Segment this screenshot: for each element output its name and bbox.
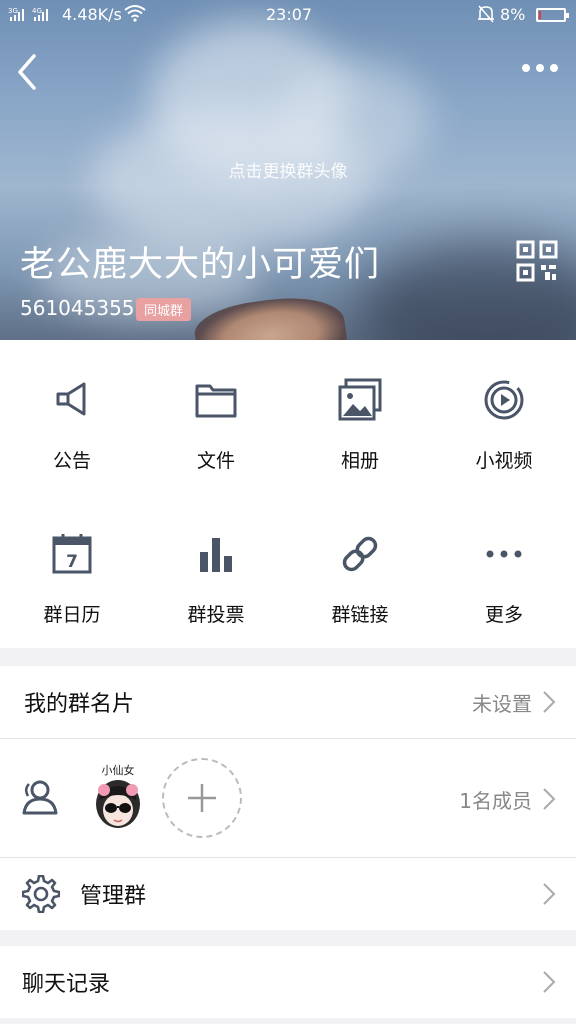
battery-level: [539, 11, 541, 19]
signal-icon: 3G 4G: [8, 5, 58, 27]
link-icon: [342, 536, 378, 572]
folder-icon: [195, 384, 237, 418]
manage-group-row[interactable]: 管理群: [0, 858, 576, 930]
grid-item-label: 公告: [52, 450, 91, 472]
grid-item-label: 相册: [340, 450, 379, 472]
chat-history-row[interactable]: 聊天记录: [0, 946, 576, 1018]
my-group-card-label: 我的群名片: [24, 692, 135, 717]
grid-item-album[interactable]: 相册: [288, 378, 432, 478]
more-dots-icon: [522, 64, 558, 72]
network-speed: 4.48K/s: [62, 5, 122, 24]
group-header[interactable]: 3G 4G 4.48K/s 23:07 8% 点击更换群头像 老公鹿大大的小可爱…: [0, 0, 576, 340]
svg-text:3G: 3G: [8, 7, 18, 15]
album-icon: [338, 378, 382, 421]
calendar-icon: 7: [52, 534, 92, 574]
video-icon: [484, 380, 524, 420]
chevron-right-icon: [543, 971, 556, 993]
more-options-button[interactable]: [518, 56, 562, 80]
grid-item-announcement[interactable]: 公告: [0, 378, 144, 478]
feature-grid: 公告 文件 相册 小视频 7 群日历 群投票 群链接 更多: [0, 340, 576, 648]
grid-item-label: 群日历: [43, 604, 101, 626]
grid-item-label: 更多: [484, 604, 523, 626]
plus-icon: [188, 784, 216, 812]
more-dots-icon: [486, 550, 522, 558]
manage-group-label: 管理群: [80, 884, 147, 909]
battery-icon: [536, 8, 569, 22]
grid-item-label: 群投票: [187, 604, 245, 626]
svg-text:小仙女: 小仙女: [102, 763, 135, 777]
back-button[interactable]: [10, 48, 46, 96]
chevron-right-icon: [543, 691, 556, 713]
grid-item-files[interactable]: 文件: [144, 378, 288, 478]
grid-item-label: 小视频: [475, 450, 533, 472]
qr-code-button[interactable]: [516, 240, 558, 282]
city-group-badge: 同城群: [136, 298, 192, 321]
grid-item-more[interactable]: 更多: [432, 532, 576, 632]
chevron-right-icon: [543, 788, 556, 810]
my-group-card-row[interactable]: 我的群名片 未设置: [0, 666, 576, 738]
chevron-left-icon: [18, 54, 36, 90]
members-icon: [22, 780, 58, 815]
grid-item-short-video[interactable]: 小视频: [432, 378, 576, 478]
member-count: 1名成员: [459, 789, 532, 813]
group-name: 老公鹿大大的小可爱们: [20, 245, 381, 285]
mute-bell-icon: [476, 3, 496, 29]
add-member-button[interactable]: [162, 758, 242, 838]
my-group-card-value: 未设置: [472, 692, 532, 716]
grid-item-label: 群链接: [331, 604, 389, 626]
grid-item-link[interactable]: 群链接: [288, 532, 432, 632]
group-id: 561045355: [20, 296, 135, 320]
megaphone-icon: [56, 382, 86, 416]
grid-item-label: 文件: [196, 450, 235, 472]
svg-text:7: 7: [66, 552, 78, 572]
chat-history-label: 聊天记录: [22, 972, 111, 997]
clock: 23:07: [266, 5, 313, 24]
grid-item-vote[interactable]: 群投票: [144, 532, 288, 632]
status-bar: 3G 4G 4.48K/s 23:07 8%: [0, 0, 576, 30]
gear-icon: [22, 875, 60, 913]
chevron-right-icon: [543, 883, 556, 905]
vote-chart-icon: [200, 538, 232, 572]
qr-code-icon: [516, 240, 558, 282]
change-avatar-hint[interactable]: 点击更换群头像: [0, 157, 576, 182]
wifi-icon: [124, 3, 146, 27]
svg-text:4G: 4G: [32, 7, 42, 15]
member-avatar[interactable]: 小仙女: [86, 760, 150, 832]
battery-percent: 8%: [500, 5, 526, 24]
grid-item-calendar[interactable]: 7 群日历: [0, 532, 144, 632]
